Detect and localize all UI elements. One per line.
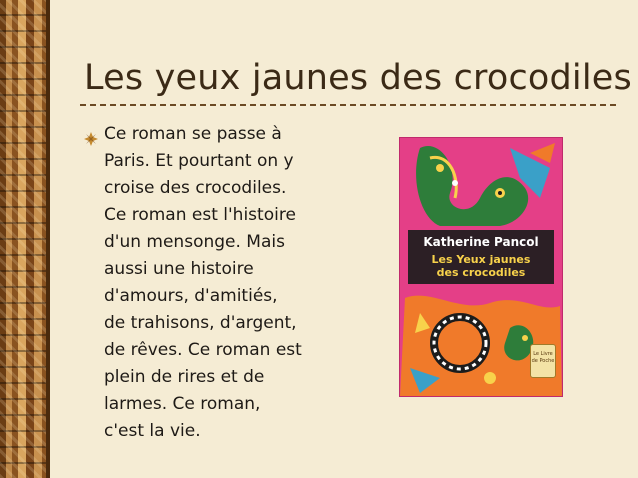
body-line: de trahisons, d'argent, xyxy=(104,313,297,333)
body-line: Paris. Et pourtant on y xyxy=(104,151,294,171)
diamond-flower-bullet-icon xyxy=(84,132,98,146)
body-line: larmes. Ce roman, xyxy=(104,394,261,414)
book-cover-image: Katherine Pancol Les Yeux jaunes des cro… xyxy=(400,138,562,396)
slide-title: Les yeux jaunes des crocodiles xyxy=(84,58,632,98)
title-divider xyxy=(80,104,616,106)
body-line: Ce roman se passe à xyxy=(104,124,282,144)
decorative-wood-border xyxy=(0,0,50,478)
body-line: aussi une histoire xyxy=(104,259,254,279)
body-line: Ce roman est l'histoire xyxy=(104,205,296,225)
cover-title-line: des crocodiles xyxy=(436,266,526,279)
body-line: d'un mensonge. Mais xyxy=(104,232,285,252)
body-line: d'amours, d'amitiés, xyxy=(104,286,278,306)
publisher-logo: Le Livre de Poche xyxy=(530,344,556,378)
cover-title: Les Yeux jaunes des crocodiles xyxy=(400,253,562,279)
body-line: de rêves. Ce roman est xyxy=(104,340,302,360)
cover-author: Katherine Pancol xyxy=(423,235,539,249)
slide-body-text: Ce roman se passe à Paris. Et pourtant o… xyxy=(104,121,354,445)
body-line: c'est la vie. xyxy=(104,421,201,441)
body-line: plein de rires et de xyxy=(104,367,265,387)
cover-title-line: Les Yeux jaunes xyxy=(431,253,531,266)
body-line: croise des crocodiles. xyxy=(104,178,287,198)
